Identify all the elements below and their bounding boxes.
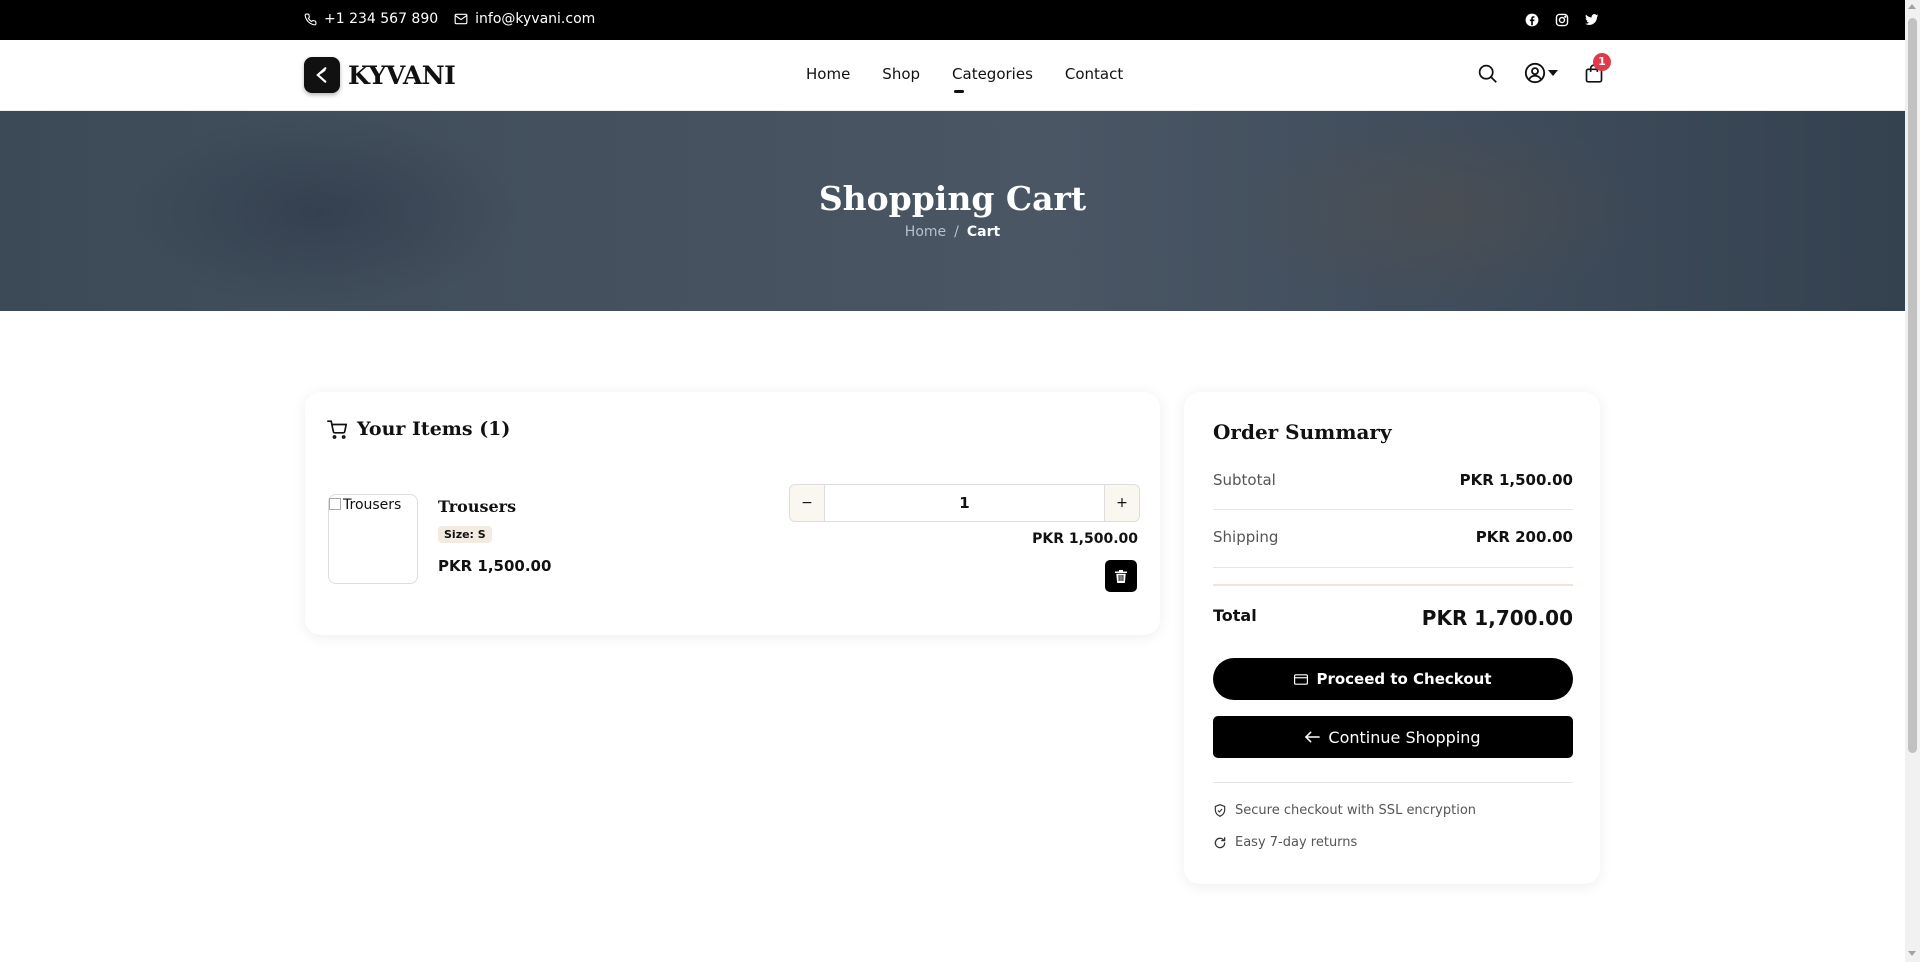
shipping-amount: PKR 200.00: [1475, 528, 1573, 546]
brand-logo[interactable]: KYVANI: [304, 57, 456, 93]
cart-icon: [327, 419, 347, 439]
remove-item-button[interactable]: [1105, 560, 1137, 592]
contact-info: +1 234 567 890 info@kyvani.com: [304, 11, 595, 27]
logo-k-icon: [316, 67, 327, 83]
social-links: [1524, 12, 1600, 28]
phone-icon: [304, 13, 317, 25]
order-summary-card: Order Summary Subtotal PKR 1,500.00 Ship…: [1184, 392, 1600, 884]
secure-checkout-note: Secure checkout with SSL encryption: [1213, 803, 1476, 818]
nav-categories[interactable]: Categories: [952, 65, 1033, 93]
phone-text: +1 234 567 890: [324, 11, 439, 27]
breadcrumb: Home / Cart: [0, 224, 1905, 240]
continue-label: Continue Shopping: [1328, 727, 1481, 747]
vertical-scrollbar[interactable]: [1905, 0, 1920, 962]
cart-count-badge: 1: [1593, 52, 1611, 71]
line-total: PKR 1,500.00: [1032, 531, 1138, 547]
quantity-value[interactable]: 1: [825, 485, 1104, 521]
cart-button[interactable]: 1: [1584, 52, 1611, 84]
breadcrumb-separator: /: [954, 224, 959, 240]
returns-note-text: Easy 7-day returns: [1235, 835, 1358, 850]
shipping-row: Shipping PKR 200.00: [1213, 528, 1573, 546]
cart-items-header: Your Items (1): [327, 418, 510, 440]
nav-shop[interactable]: Shop: [882, 65, 920, 83]
size-badge: Size: S: [438, 526, 492, 543]
cart-items-card: Your Items (1) Trousers Trousers Size: S…: [305, 392, 1160, 635]
quantity-stepper: − 1 +: [789, 484, 1140, 522]
increase-quantity-button[interactable]: +: [1104, 485, 1139, 521]
product-name[interactable]: Trousers: [438, 497, 516, 516]
logo-mark: [304, 57, 340, 93]
instagram-icon[interactable]: [1554, 12, 1570, 28]
search-icon[interactable]: [1477, 63, 1498, 84]
main-nav: Home Shop Categories Contact: [806, 65, 1123, 93]
returns-note: Easy 7-day returns: [1213, 835, 1357, 850]
phone-link[interactable]: +1 234 567 890: [304, 11, 438, 27]
shield-check-icon: [1214, 804, 1226, 817]
header-actions: 1: [1477, 52, 1611, 84]
brand-name: KYVANI: [348, 60, 456, 90]
summary-divider: [1213, 782, 1573, 783]
main-header: KYVANI Home Shop Categories Contact 1: [0, 40, 1905, 111]
email-text: info@kyvani.com: [475, 11, 596, 27]
summary-divider: [1213, 509, 1573, 510]
trash-icon: [1115, 569, 1127, 583]
top-bar: +1 234 567 890 info@kyvani.com: [0, 0, 1905, 40]
scroll-down-arrow[interactable]: [1908, 951, 1916, 956]
cart-items-heading: Your Items (1): [357, 418, 511, 440]
user-circle-icon: [1524, 62, 1546, 84]
total-divider: [1213, 584, 1573, 586]
checkout-label: Proceed to Checkout: [1316, 670, 1492, 688]
secure-note-text: Secure checkout with SSL encryption: [1235, 803, 1477, 818]
page-hero: Shopping Cart Home / Cart: [0, 111, 1905, 311]
decrease-quantity-button[interactable]: −: [790, 485, 825, 521]
continue-shopping-button[interactable]: Continue Shopping: [1213, 716, 1573, 758]
mail-icon: [454, 13, 468, 25]
subtotal-label: Subtotal: [1213, 471, 1276, 489]
breadcrumb-home[interactable]: Home: [905, 224, 946, 240]
account-menu[interactable]: [1524, 62, 1558, 84]
email-link[interactable]: info@kyvani.com: [454, 11, 595, 27]
product-image[interactable]: Trousers: [328, 494, 418, 584]
nav-home[interactable]: Home: [806, 65, 850, 83]
refresh-icon: [1214, 836, 1226, 848]
proceed-to-checkout-button[interactable]: Proceed to Checkout: [1213, 658, 1573, 700]
facebook-icon[interactable]: [1524, 12, 1540, 28]
breadcrumb-current: Cart: [966, 224, 1001, 240]
page-title: Shopping Cart: [818, 179, 1087, 218]
broken-image-icon: [329, 498, 341, 510]
total-label: Total: [1213, 606, 1257, 625]
product-unit-price: PKR 1,500.00: [438, 557, 552, 575]
shipping-label: Shipping: [1213, 528, 1279, 546]
scroll-up-arrow[interactable]: [1908, 4, 1916, 9]
twitter-icon[interactable]: [1584, 12, 1600, 28]
nav-contact[interactable]: Contact: [1065, 65, 1123, 83]
scrollbar-thumb[interactable]: [1908, 18, 1917, 753]
subtotal-amount: PKR 1,500.00: [1459, 471, 1573, 489]
arrow-left-icon: [1305, 731, 1321, 743]
total-amount: PKR 1,700.00: [1421, 606, 1573, 630]
credit-card-icon: [1294, 673, 1309, 685]
summary-divider: [1213, 567, 1573, 568]
product-image-alt: Trousers: [343, 497, 402, 513]
order-summary-title: Order Summary: [1213, 420, 1392, 444]
total-row: Total PKR 1,700.00: [1213, 606, 1573, 630]
caret-down-icon: [1548, 70, 1558, 76]
subtotal-row: Subtotal PKR 1,500.00: [1213, 471, 1573, 489]
